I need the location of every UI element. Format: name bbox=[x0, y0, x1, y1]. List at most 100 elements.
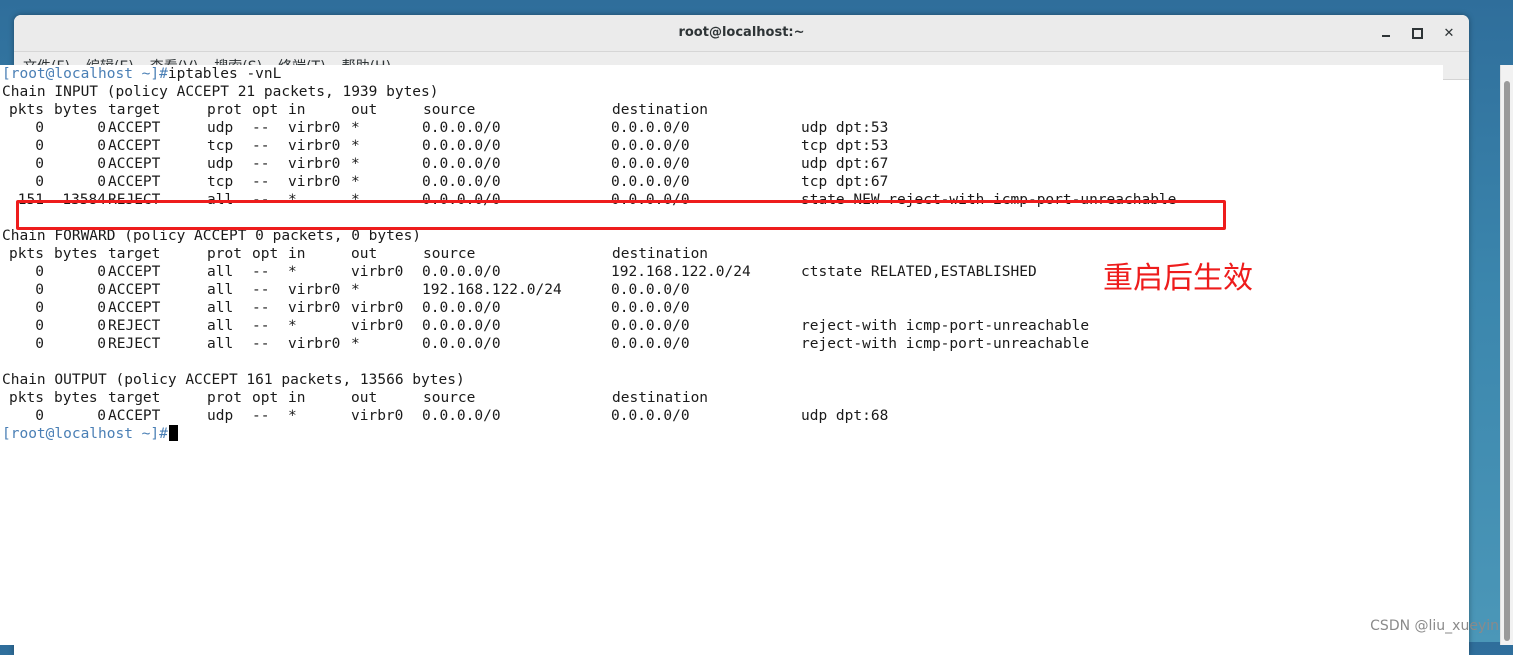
column-header-in: in bbox=[288, 390, 306, 406]
column-header-in: in bbox=[288, 102, 306, 118]
minimize-icon bbox=[1382, 35, 1390, 37]
column-header-row: pkts bytes target prot opt in out source destina… bbox=[0, 389, 1443, 407]
cell-prot: tcp bbox=[207, 138, 234, 154]
cell-out: virbr0 bbox=[351, 264, 404, 280]
cell-extra: reject-with icmp-port-unreachable bbox=[801, 336, 1090, 352]
cell-extra: udp dpt:68 bbox=[801, 408, 889, 424]
column-header-bytes: bytes bbox=[54, 390, 98, 406]
cell-source: 0.0.0.0/0 bbox=[422, 300, 501, 316]
cell-destination: 0.0.0.0/0 bbox=[611, 156, 690, 172]
chain-header: Chain INPUT (policy ACCEPT 21 packets, 1… bbox=[2, 84, 439, 100]
cell-destination: 192.168.122.0/24 bbox=[611, 264, 751, 280]
cell-extra: udp dpt:53 bbox=[801, 120, 889, 136]
close-button[interactable]: ✕ bbox=[1438, 23, 1460, 43]
table-row: 0 0 ACCEPT udp -- virbr0 * 0.0.0.0/0 0.0.0.0/0 ud… bbox=[0, 119, 1443, 137]
column-header-out: out bbox=[351, 102, 378, 118]
cell-destination: 0.0.0.0/0 bbox=[611, 120, 690, 136]
cell-source: 0.0.0.0/0 bbox=[422, 318, 501, 334]
cell-source: 0.0.0.0/0 bbox=[422, 174, 501, 190]
cell-pkts: 0 bbox=[35, 264, 44, 280]
column-header-in: in bbox=[288, 246, 306, 262]
cell-source: 0.0.0.0/0 bbox=[422, 336, 501, 352]
cell-out: virbr0 bbox=[351, 318, 404, 334]
cell-target: REJECT bbox=[108, 318, 161, 334]
cell-pkts: 0 bbox=[35, 174, 44, 190]
cell-destination: 0.0.0.0/0 bbox=[611, 408, 690, 424]
terminal-output[interactable]: [root@localhost ~]#iptables -vnL Chain I… bbox=[0, 65, 1443, 645]
cell-in: virbr0 bbox=[288, 138, 341, 154]
prompt: [root@localhost ~]# bbox=[2, 426, 168, 442]
annotation-text: 重启后生效 bbox=[1103, 261, 1253, 296]
cell-pkts: 0 bbox=[35, 120, 44, 136]
text-cursor bbox=[168, 425, 178, 441]
cell-extra: tcp dpt:67 bbox=[801, 174, 889, 190]
cell-destination: 0.0.0.0/0 bbox=[611, 138, 690, 154]
cell-in: virbr0 bbox=[288, 300, 341, 316]
cell-target: ACCEPT bbox=[108, 174, 161, 190]
column-header-out: out bbox=[351, 390, 378, 406]
cell-extra: udp dpt:67 bbox=[801, 156, 889, 172]
cell-bytes: 0 bbox=[97, 174, 106, 190]
column-header-out: out bbox=[351, 246, 378, 262]
cell-pkts: 0 bbox=[35, 138, 44, 154]
cell-opt: -- bbox=[252, 282, 270, 298]
cell-target: ACCEPT bbox=[108, 264, 161, 280]
cell-destination: 0.0.0.0/0 bbox=[611, 336, 690, 352]
cell-bytes: 0 bbox=[97, 282, 106, 298]
column-header-source: source bbox=[423, 246, 476, 262]
scrollbar-thumb[interactable] bbox=[1504, 81, 1510, 641]
cell-prot: all bbox=[207, 282, 234, 298]
cell-destination: 0.0.0.0/0 bbox=[611, 300, 690, 316]
cell-opt: -- bbox=[252, 318, 270, 334]
cell-source: 0.0.0.0/0 bbox=[422, 138, 501, 154]
vertical-scrollbar[interactable] bbox=[1500, 65, 1513, 645]
cell-in: virbr0 bbox=[288, 282, 341, 298]
final-prompt-line: [root@localhost ~]# bbox=[0, 425, 1443, 443]
cell-opt: -- bbox=[252, 138, 270, 154]
cell-source: 0.0.0.0/0 bbox=[422, 408, 501, 424]
column-header-target: target bbox=[108, 246, 161, 262]
column-header-target: target bbox=[108, 390, 161, 406]
cell-bytes: 0 bbox=[97, 408, 106, 424]
chain-header: Chain OUTPUT (policy ACCEPT 161 packets,… bbox=[2, 372, 465, 388]
maximize-icon bbox=[1411, 27, 1423, 39]
column-header-target: target bbox=[108, 102, 161, 118]
column-header-row: pkts bytes target prot opt in out source destina… bbox=[0, 101, 1443, 119]
prompt: [root@localhost ~]# bbox=[2, 66, 168, 82]
cell-out: virbr0 bbox=[351, 408, 404, 424]
cell-prot: tcp bbox=[207, 174, 234, 190]
cell-destination: 0.0.0.0/0 bbox=[611, 174, 690, 190]
column-header-opt: opt bbox=[252, 102, 279, 118]
cell-pkts: 0 bbox=[35, 318, 44, 334]
watermark: CSDN @liu_xueyin bbox=[1370, 618, 1499, 634]
cell-opt: -- bbox=[252, 174, 270, 190]
cell-prot: all bbox=[207, 336, 234, 352]
cell-extra: reject-with icmp-port-unreachable bbox=[801, 318, 1090, 334]
cell-target: ACCEPT bbox=[108, 120, 161, 136]
cell-bytes: 0 bbox=[97, 318, 106, 334]
cell-extra: tcp dpt:53 bbox=[801, 138, 889, 154]
cell-bytes: 0 bbox=[97, 264, 106, 280]
cell-prot: all bbox=[207, 264, 234, 280]
cell-pkts: 0 bbox=[35, 408, 44, 424]
table-row: 0 0 ACCEPT tcp -- virbr0 * 0.0.0.0/0 0.0.0.0/0 tc… bbox=[0, 137, 1443, 155]
column-header-prot: prot bbox=[207, 246, 242, 262]
table-row: 0 0 REJECT all -- virbr0 * 0.0.0.0/0 0.0.0.0/0 re… bbox=[0, 335, 1443, 353]
column-header-destination: destination bbox=[612, 390, 709, 406]
cell-target: ACCEPT bbox=[108, 282, 161, 298]
minimize-button[interactable] bbox=[1375, 23, 1397, 43]
maximize-button[interactable] bbox=[1406, 23, 1428, 43]
cell-bytes: 0 bbox=[97, 156, 106, 172]
cell-in: virbr0 bbox=[288, 120, 341, 136]
cell-source: 192.168.122.0/24 bbox=[422, 282, 562, 298]
title-bar[interactable]: root@localhost:~ ✕ bbox=[14, 15, 1469, 52]
cell-out: * bbox=[351, 174, 360, 190]
cell-bytes: 0 bbox=[97, 138, 106, 154]
cell-prot: udp bbox=[207, 408, 234, 424]
cell-target: REJECT bbox=[108, 336, 161, 352]
cell-bytes: 0 bbox=[97, 120, 106, 136]
column-header-source: source bbox=[423, 102, 476, 118]
window-title: root@localhost:~ bbox=[678, 25, 805, 40]
column-header-opt: opt bbox=[252, 390, 279, 406]
